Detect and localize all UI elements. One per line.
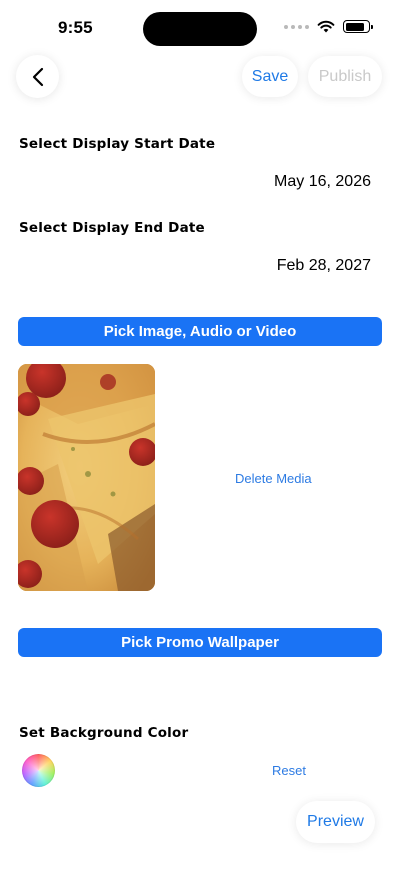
status-icons [284, 20, 373, 33]
battery-fill [345, 22, 365, 31]
start-date-label: Select Display Start Date [19, 136, 216, 152]
media-thumbnail [18, 364, 155, 591]
save-button[interactable]: Save [242, 56, 298, 97]
color-picker-well[interactable] [22, 754, 55, 787]
preview-button[interactable]: Preview [296, 801, 375, 843]
cellular-signal-icon [284, 24, 309, 29]
wifi-icon [317, 20, 335, 33]
end-date-label: Select Display End Date [19, 220, 205, 236]
publish-button[interactable]: Publish [308, 56, 382, 97]
battery-icon [343, 20, 373, 33]
dynamic-island [143, 12, 257, 46]
status-time: 9:55 [58, 18, 93, 37]
pick-wallpaper-button[interactable]: Pick Promo Wallpaper [18, 628, 382, 657]
reset-button[interactable]: Reset [272, 763, 306, 778]
background-color-label: Set Background Color [19, 725, 189, 741]
start-date-picker[interactable]: May 16, 2026 [274, 173, 371, 191]
chevron-left-icon [32, 67, 43, 86]
pick-media-button[interactable]: Pick Image, Audio or Video [18, 317, 382, 346]
end-date-picker[interactable]: Feb 28, 2027 [277, 257, 371, 275]
back-button[interactable] [16, 55, 59, 98]
delete-media-button[interactable]: Delete Media [235, 471, 312, 486]
